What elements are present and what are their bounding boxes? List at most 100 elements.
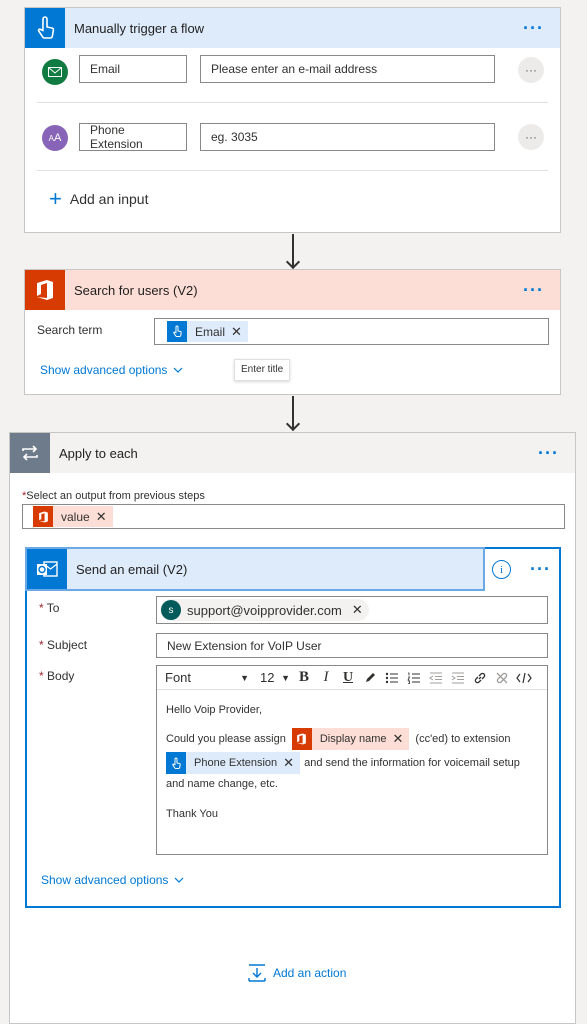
size-dropdown[interactable]: 12 ▼ <box>257 668 293 688</box>
body-line: Hello Voip Provider, <box>166 704 262 716</box>
chevron-down-icon <box>175 877 184 883</box>
touch-icon <box>166 752 186 774</box>
italic-icon[interactable]: I <box>315 668 337 688</box>
email-advanced-options[interactable]: Show advanced options <box>41 873 184 887</box>
search-header[interactable]: Search for users (V2) ··· <box>25 270 560 310</box>
close-icon[interactable]: ✕ <box>94 509 113 525</box>
flow-arrow-head <box>285 416 301 432</box>
email-header[interactable]: Send an email (V2) <box>25 547 485 591</box>
outlook-icon <box>27 549 67 589</box>
body-line: Could you please assign Display name ✕ (… <box>166 728 539 750</box>
recipient-token[interactable]: s support@voipprovider.com ✕ <box>160 599 369 621</box>
body-editor[interactable]: Font ▼ 12 ▼ B I U Hello Voip Provider, C… <box>156 665 548 855</box>
trigger-card: Manually trigger a flow ··· Email Please… <box>24 7 561 233</box>
rte-toolbar: Font ▼ 12 ▼ B I U <box>157 666 547 690</box>
email-input-placeholder[interactable]: Please enter an e-mail address <box>200 55 495 83</box>
link-icon[interactable] <box>469 668 491 688</box>
close-icon[interactable]: ✕ <box>229 324 248 340</box>
phone-input-more-button[interactable]: ··· <box>518 124 544 150</box>
trigger-header[interactable]: Manually trigger a flow ··· <box>25 8 560 48</box>
touch-icon <box>167 321 187 342</box>
search-advanced-options[interactable]: Show advanced options <box>40 363 183 377</box>
search-term-field[interactable]: Email ✕ <box>154 318 549 345</box>
add-action-button[interactable]: Add an action <box>247 963 346 983</box>
office-icon <box>33 506 53 527</box>
close-icon[interactable]: ✕ <box>352 602 363 618</box>
chevron-down-icon <box>174 367 183 373</box>
code-view-icon[interactable] <box>513 668 535 688</box>
bold-icon[interactable]: B <box>293 668 315 688</box>
close-icon[interactable]: ✕ <box>281 753 300 773</box>
loop-icon <box>10 433 50 473</box>
indent-icon[interactable] <box>447 668 469 688</box>
to-field[interactable]: s support@voipprovider.com ✕ <box>156 596 548 624</box>
font-dropdown-value: Font <box>165 670 192 685</box>
apply-more-button[interactable]: ··· <box>538 443 559 464</box>
flow-arrow-head <box>285 254 301 270</box>
office-icon <box>291 728 312 750</box>
search-title: Search for users (V2) <box>74 282 198 298</box>
phone-input-name[interactable]: Phone Extension <box>79 123 187 151</box>
numbered-list-icon[interactable] <box>403 668 425 688</box>
recipient-avatar: s <box>161 600 181 620</box>
info-icon[interactable]: i <box>492 560 511 579</box>
touch-icon <box>25 8 65 48</box>
email-title: Send an email (V2) <box>76 561 188 577</box>
underline-icon[interactable]: U <box>337 668 359 688</box>
add-input-button[interactable]: + Add an input <box>49 186 149 211</box>
caret-down-icon: ▼ <box>281 672 290 683</box>
apply-title: Apply to each <box>59 445 138 461</box>
highlight-pen-icon[interactable] <box>359 668 381 688</box>
unlink-icon[interactable] <box>491 668 513 688</box>
value-token[interactable]: value ✕ <box>33 506 113 527</box>
recipient-address: support@voipprovider.com <box>187 602 342 618</box>
plus-icon: + <box>49 186 62 211</box>
email-icon <box>42 59 68 85</box>
outdent-icon[interactable] <box>425 668 447 688</box>
value-token-label: value <box>61 509 90 524</box>
email-card: Send an email (V2) i ··· * To s support@… <box>25 547 561 908</box>
select-output-text: Select an output from previous steps <box>26 490 205 502</box>
size-dropdown-value: 12 <box>260 670 275 685</box>
phone-extension-token-label: Phone Extension <box>194 757 278 769</box>
select-output-label: *Select an output from previous steps <box>22 490 205 502</box>
trigger-more-button[interactable]: ··· <box>523 18 544 39</box>
phone-extension-token[interactable]: Phone Extension ✕ <box>166 752 301 774</box>
bullet-list-icon[interactable] <box>381 668 403 688</box>
subject-input[interactable]: New Extension for VoIP User <box>156 633 548 658</box>
close-icon[interactable]: ✕ <box>391 729 410 749</box>
search-card: Search for users (V2) ··· Search term Em… <box>24 269 561 395</box>
body-line: Thank You <box>166 808 218 820</box>
body-label: * Body <box>39 669 75 683</box>
enter-title-tooltip: Enter title <box>234 359 291 381</box>
body-content[interactable]: Hello Voip Provider, Could you please as… <box>166 700 539 824</box>
add-action-label: Add an action <box>273 966 347 980</box>
email-input-more-button[interactable]: ··· <box>518 57 544 83</box>
caret-down-icon: ▼ <box>240 672 249 683</box>
font-dropdown[interactable]: Font ▼ <box>161 668 253 688</box>
display-name-token[interactable]: Display name ✕ <box>291 728 410 750</box>
body-line: Phone Extension ✕ and send the informati… <box>166 752 539 774</box>
apply-card: Apply to each ··· *Select an output from… <box>9 432 576 1024</box>
email-input-name[interactable]: Email <box>79 55 187 83</box>
search-term-label: Search term <box>37 323 103 337</box>
subject-label: * Subject <box>39 638 88 652</box>
divider <box>37 102 548 103</box>
display-name-token-label: Display name <box>319 733 387 745</box>
select-output-field[interactable]: value ✕ <box>22 504 565 529</box>
to-label: * To <box>39 601 60 615</box>
email-more-button[interactable]: ··· <box>530 559 551 580</box>
advanced-options-label: Show advanced options <box>41 873 169 887</box>
apply-header[interactable]: Apply to each ··· <box>10 433 575 473</box>
search-more-button[interactable]: ··· <box>523 280 544 301</box>
add-action-icon <box>248 964 266 982</box>
divider <box>37 170 548 171</box>
add-input-label: Add an input <box>69 191 149 207</box>
trigger-title: Manually trigger a flow <box>74 20 205 36</box>
email-token[interactable]: Email ✕ <box>167 321 248 342</box>
office-icon <box>25 270 65 310</box>
email-token-label: Email <box>195 324 226 339</box>
text-icon: AA <box>42 125 68 151</box>
body-line: and name change, etc. <box>166 778 278 790</box>
phone-input-placeholder[interactable]: eg. 3035 <box>200 123 495 151</box>
